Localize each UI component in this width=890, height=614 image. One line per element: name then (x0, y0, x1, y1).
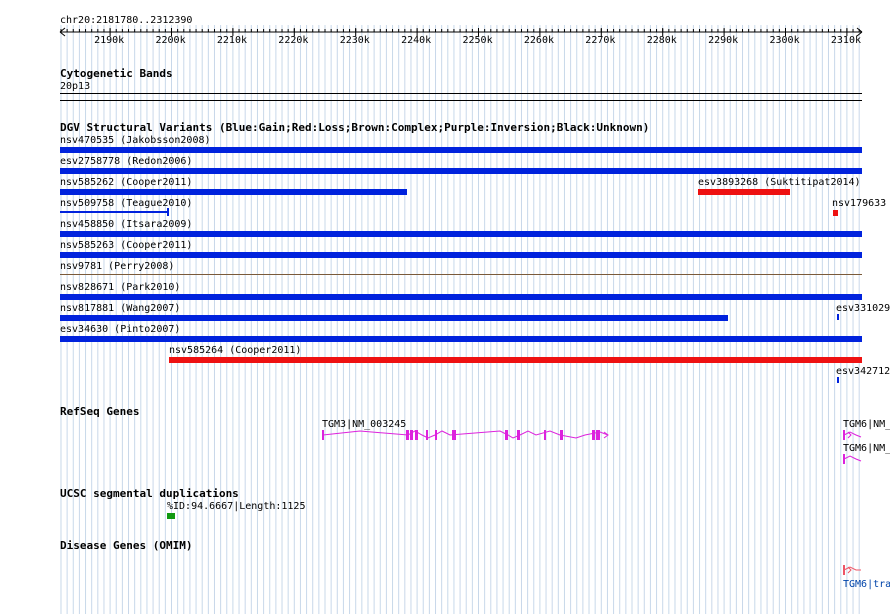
dgv-label-esv331029[interactable]: esv331029 (836, 303, 890, 314)
dgv-bar-esv34630[interactable] (60, 336, 862, 342)
cytoband-line-top (60, 93, 862, 94)
dgv-bar-nsv585264[interactable] (169, 357, 862, 363)
ruler-tick-label: 2280k (646, 35, 677, 46)
dgv-bar-nsv585262[interactable] (60, 189, 407, 195)
dgv-bar-nsv458850[interactable] (60, 231, 862, 237)
dgv-bar-nsv179633[interactable] (833, 210, 838, 216)
dgv-label-nsv470535[interactable]: nsv470535 (Jakobsson2008) (60, 135, 211, 146)
ruler-tick-label: 2190k (94, 35, 125, 46)
dgv-bar-nsv817881[interactable] (60, 315, 728, 321)
cytoband-label[interactable]: 20p13 (60, 81, 90, 92)
dgv-track-title: DGV Structural Variants (Blue:Gain;Red:L… (60, 121, 650, 134)
dgv-label-esv342712[interactable]: esv342712 (836, 366, 890, 377)
ruler-tick-label: 2270k (585, 35, 616, 46)
dgv-bar-nsv585263[interactable] (60, 252, 862, 258)
dgv-bar-esv3893268[interactable] (698, 189, 790, 195)
segdup-label[interactable]: %ID:94.6667|Length:1125 (167, 501, 305, 512)
omim-gene-label[interactable]: TGM6|tra (843, 579, 890, 590)
dgv-label-nsv9781[interactable]: nsv9781 (Perry2008) (60, 261, 174, 272)
ruler-tick-label: 2200k (155, 35, 186, 46)
dgv-label-nsv585262[interactable]: nsv585262 (Cooper2011) (60, 177, 192, 188)
dgv-label-nsv585264[interactable]: nsv585264 (Cooper2011) (169, 345, 301, 356)
dgv-label-nsv458850[interactable]: nsv458850 (Itsara2009) (60, 219, 192, 230)
gene-model-tgm3[interactable] (320, 428, 612, 442)
ruler-tick-label: 2230k (339, 35, 370, 46)
ruler-tick-label: 2210k (216, 35, 247, 46)
ruler-tick-label: 2240k (401, 35, 432, 46)
dgv-bar-nsv509758-end (167, 208, 169, 216)
omim-gene-model[interactable] (842, 564, 862, 576)
dgv-label-nsv179633[interactable]: nsv179633 (832, 198, 886, 209)
gene-model-tgm6-a[interactable] (842, 429, 862, 441)
dgv-bar-esv342712[interactable] (837, 377, 839, 383)
dgv-bar-nsv470535[interactable] (60, 147, 862, 153)
ruler-tick-label: 2300k (769, 35, 800, 46)
dgv-bar-nsv509758[interactable] (60, 211, 168, 213)
ruler-tick-label: 2250k (462, 35, 493, 46)
dgv-bar-nsv9781[interactable] (60, 274, 862, 275)
dgv-bar-esv2758778[interactable] (60, 168, 862, 174)
dgv-label-nsv585263[interactable]: nsv585263 (Cooper2011) (60, 240, 192, 251)
ruler-tick-label: 2260k (523, 35, 554, 46)
segdup-track-title: UCSC segmental duplications (60, 487, 239, 500)
dgv-label-esv2758778[interactable]: esv2758778 (Redon2006) (60, 156, 192, 167)
ruler-tick-label: 2220k (278, 35, 309, 46)
refseq-track-title: RefSeq Genes (60, 405, 140, 418)
dgv-label-esv3893268[interactable]: esv3893268 (Suktitipat2014) (698, 177, 861, 188)
gene-model-tgm6-b[interactable] (842, 453, 862, 465)
ruler-tick-label: 2310k (830, 35, 861, 46)
cytoband-track-title: Cytogenetic Bands (60, 67, 173, 80)
dgv-bar-nsv828671[interactable] (60, 294, 862, 300)
ruler-tick-label: 2290k (708, 35, 739, 46)
segdup-bar[interactable] (167, 513, 175, 519)
dgv-label-nsv817881[interactable]: nsv817881 (Wang2007) (60, 303, 180, 314)
dgv-label-esv34630[interactable]: esv34630 (Pinto2007) (60, 324, 180, 335)
dgv-label-nsv509758[interactable]: nsv509758 (Teague2010) (60, 198, 192, 209)
omim-track-title: Disease Genes (OMIM) (60, 539, 193, 552)
cytoband-line-bottom (60, 100, 862, 101)
dgv-bar-esv331029[interactable] (837, 314, 839, 320)
dgv-label-nsv828671[interactable]: nsv828671 (Park2010) (60, 282, 180, 293)
